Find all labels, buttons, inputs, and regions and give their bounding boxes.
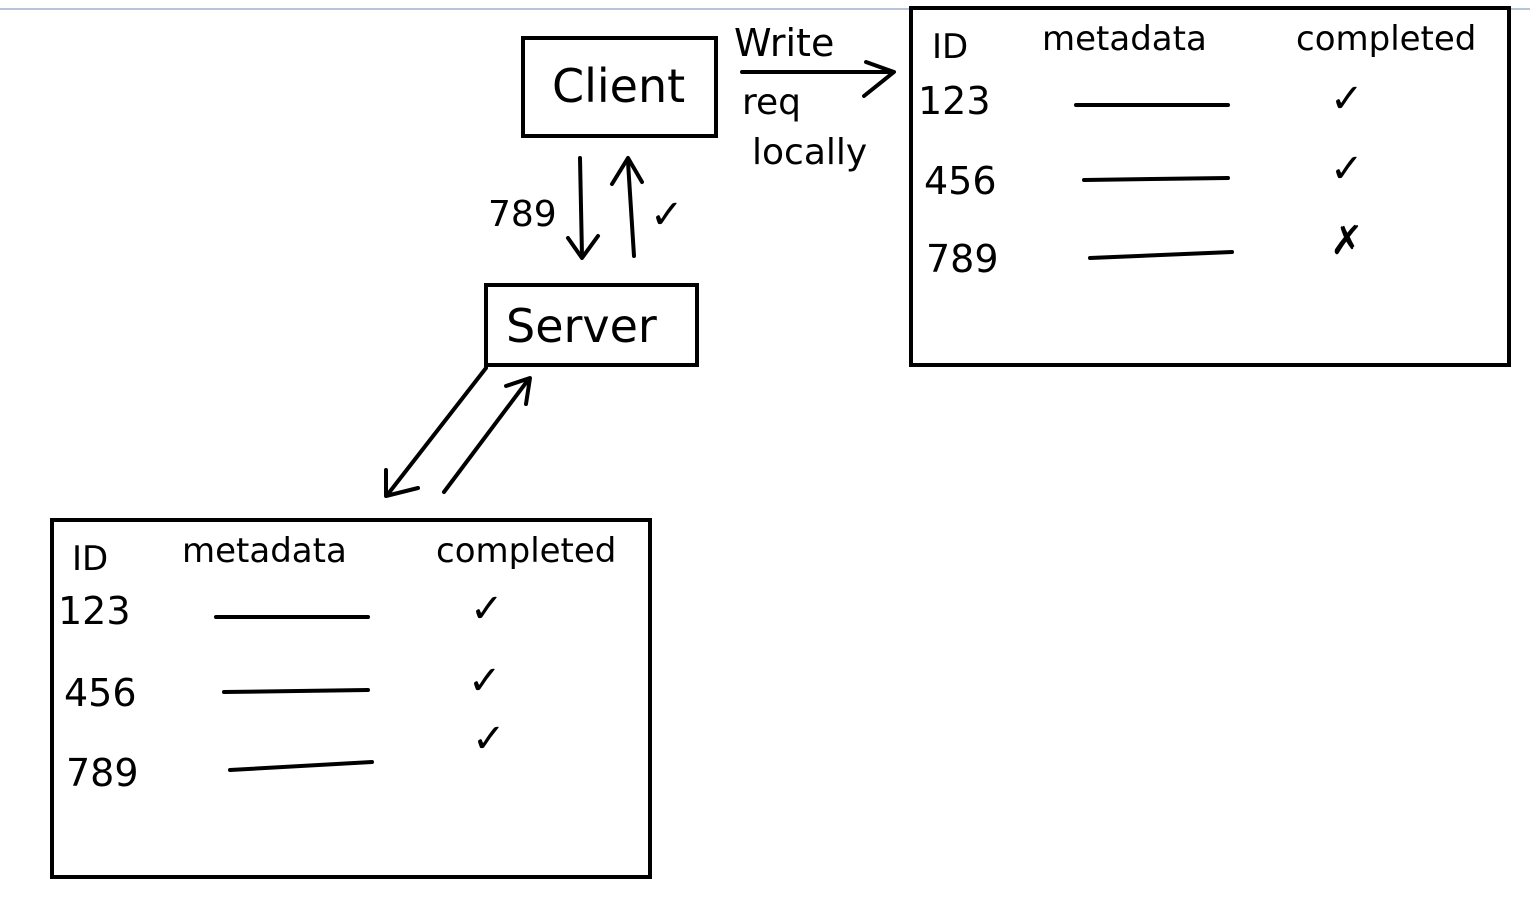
local-row-3-metadata-line (1088, 250, 1234, 260)
ack-check-mark: ✓ (650, 192, 684, 238)
server-row-3-completed: ✓ (472, 716, 506, 762)
ack-arrow-up: ✓ (610, 156, 684, 258)
server-table-header-id: ID (72, 539, 108, 579)
server-node: Server (484, 283, 699, 367)
server-row-3-metadata-line (228, 760, 374, 772)
local-table-header-id: ID (932, 27, 968, 67)
local-row-1-id: 123 (918, 79, 991, 123)
local-row-3-id: 789 (926, 237, 999, 281)
local-row-2-metadata-line (1082, 176, 1230, 182)
server-row-3-id: 789 (66, 751, 139, 795)
server-label: Server (506, 299, 657, 353)
local-row-1-completed: ✓ (1330, 76, 1364, 122)
request-arrow-shaft (578, 156, 584, 258)
local-table: ID metadata completed 123 ✓ 456 ✓ 789 ✗ (909, 6, 1511, 367)
req-label: req (742, 82, 801, 123)
local-table-header-metadata: metadata (1042, 19, 1207, 59)
whiteboard-canvas: Client Server 789 ✓ Write req locally ID… (0, 0, 1530, 904)
server-to-db-shaft (386, 366, 488, 496)
server-table-header-completed: completed (436, 531, 616, 571)
server-table: ID metadata completed 123 ✓ 456 ✓ 789 ✓ (50, 518, 652, 879)
server-db-arrows (384, 366, 532, 498)
db-to-server-shaft (442, 378, 530, 494)
server-row-1-completed: ✓ (470, 586, 504, 632)
local-row-3-completed: ✗ (1330, 218, 1364, 264)
locally-label: locally (752, 132, 867, 173)
write-locally-arrow: Write req locally (734, 21, 896, 173)
local-row-2-completed: ✓ (1330, 146, 1364, 192)
server-row-2-completed: ✓ (468, 658, 502, 704)
server-row-1-id: 123 (58, 589, 131, 633)
request-arrow-down: 789 (488, 156, 600, 260)
local-table-box (909, 6, 1511, 367)
server-row-2-metadata-line (222, 688, 370, 694)
architecture-diagram: Client Server 789 ✓ Write req locally ID… (50, 6, 1511, 879)
client-node: Client (521, 36, 718, 138)
write-arrow-head (862, 60, 896, 98)
server-table-header-metadata: metadata (182, 531, 347, 571)
server-row-2-id: 456 (64, 671, 137, 715)
ack-arrow-shaft (626, 160, 636, 258)
client-label: Client (552, 59, 685, 113)
local-table-header-completed: completed (1296, 19, 1476, 59)
server-table-box (50, 518, 652, 879)
write-label: Write (734, 21, 834, 65)
local-row-2-id: 456 (924, 159, 997, 203)
request-id-label: 789 (488, 194, 557, 235)
